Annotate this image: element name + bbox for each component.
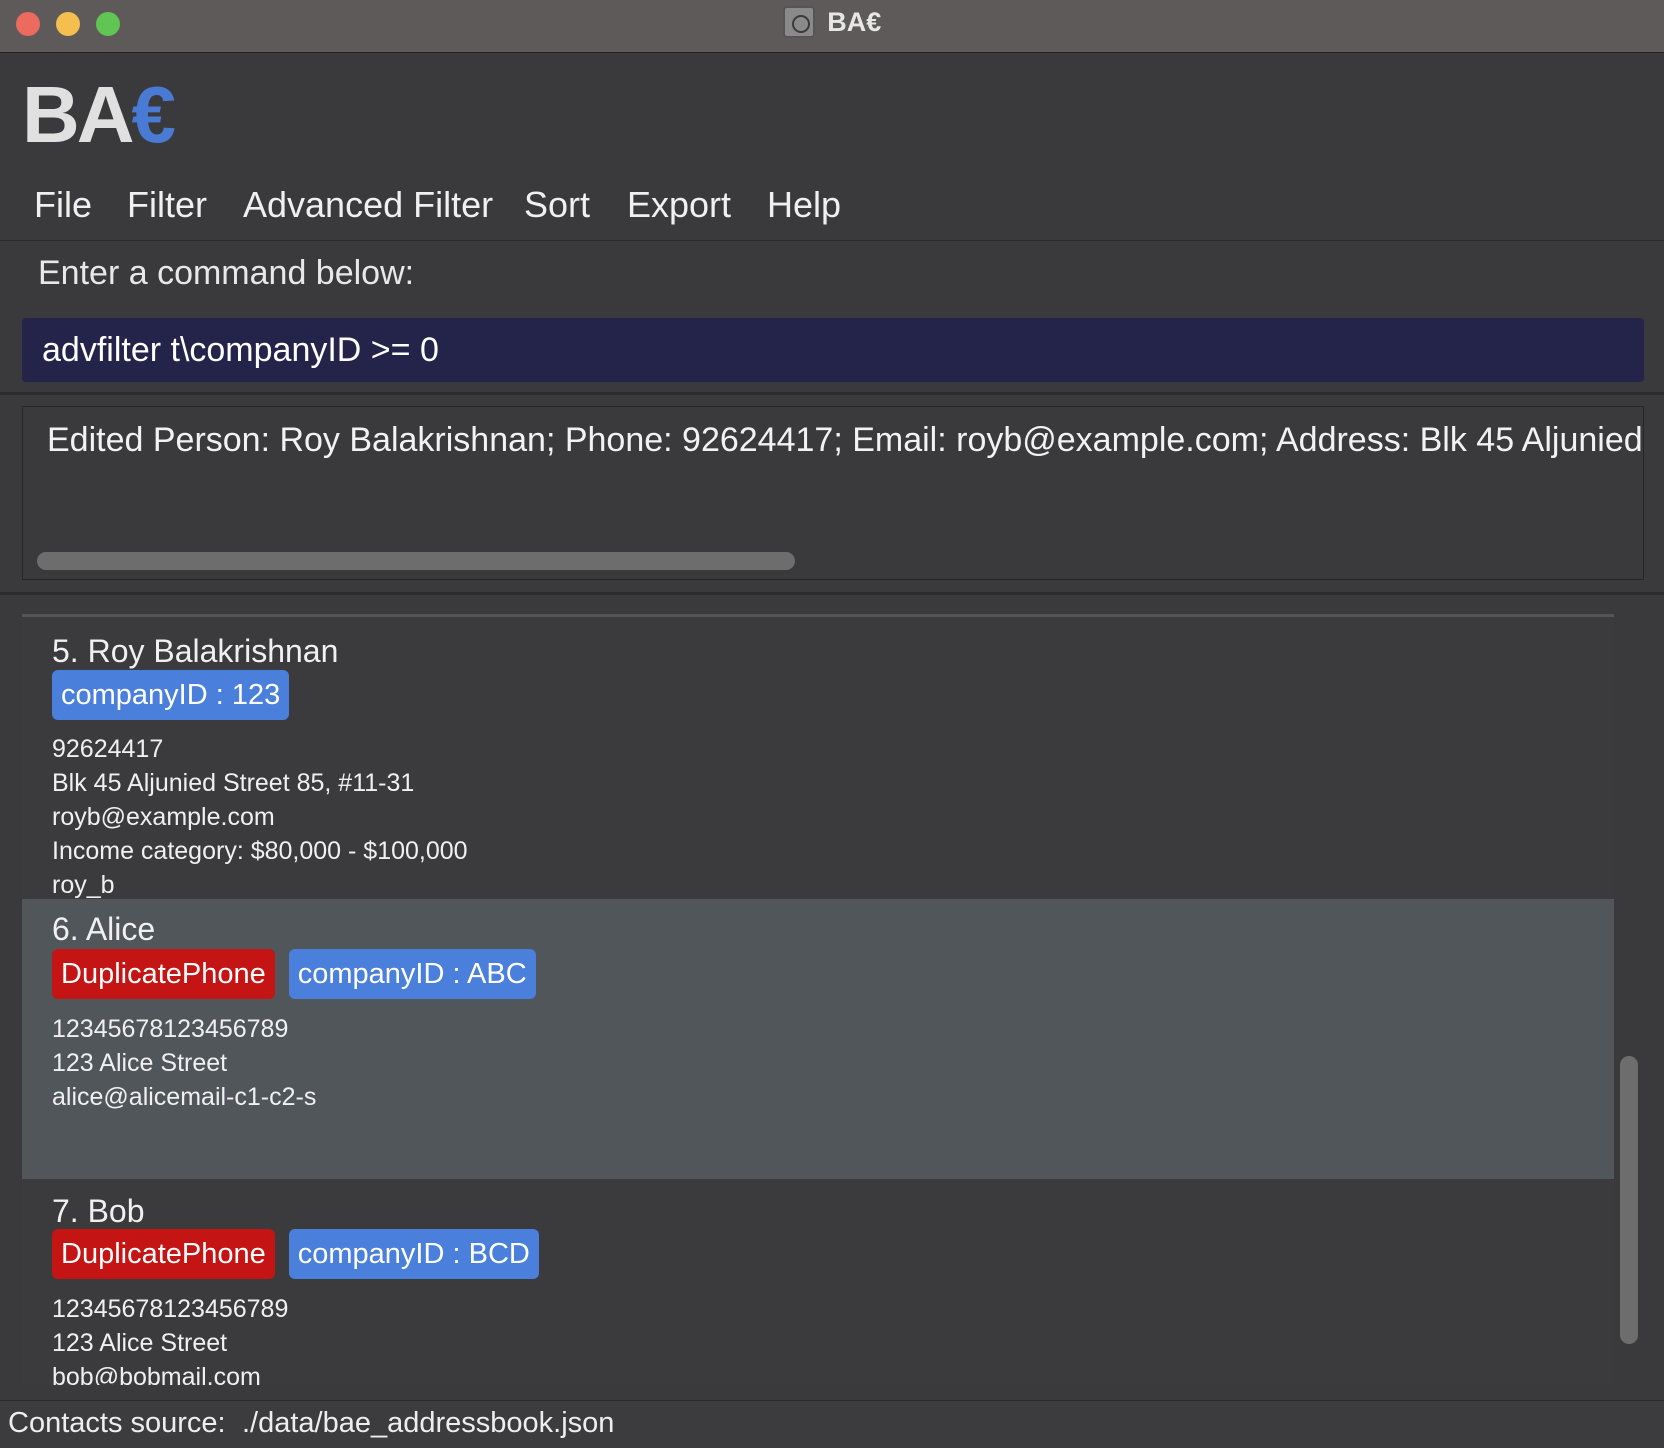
contact-address: Blk 45 Aljunied Street 85, #11-31 xyxy=(52,769,415,797)
divider xyxy=(0,592,1664,595)
menu-sort[interactable]: Sort xyxy=(524,184,590,226)
contact-card[interactable]: 5. Roy Balakrishnan companyID : 123 9262… xyxy=(22,617,1614,899)
tag-company-id: companyID : BCD xyxy=(288,1229,539,1279)
contact-income: Income category: $80,000 - $100,000 xyxy=(52,837,468,865)
menu-advanced-filter[interactable]: Advanced Filter xyxy=(243,184,493,226)
menu-filter[interactable]: Filter xyxy=(127,184,207,226)
window-title-group: BA€ xyxy=(0,6,1664,46)
contact-card[interactable]: 7. Bob DuplicatePhone companyID : BCD 12… xyxy=(22,1179,1614,1385)
status-bar: Contacts source: ./data/bae_addressbook.… xyxy=(0,1400,1664,1448)
tag-duplicate-phone: DuplicatePhone xyxy=(52,1229,275,1279)
result-message: Edited Person: Roy Balakrishnan; Phone: … xyxy=(47,421,1644,459)
contact-email: alice@alicemail-c1-c2-s xyxy=(52,1083,317,1111)
contact-handle: roy_b xyxy=(52,871,115,899)
contact-email: royb@example.com xyxy=(52,803,275,831)
contact-phone: 92624417 xyxy=(52,735,164,763)
app-icon xyxy=(782,6,815,38)
menu-file[interactable]: File xyxy=(34,184,92,226)
divider xyxy=(0,392,1664,395)
menu-help[interactable]: Help xyxy=(767,184,841,226)
logo-text: BA xyxy=(22,70,135,159)
contact-address: 123 Alice Street xyxy=(52,1049,228,1077)
contact-list: 5. Roy Balakrishnan companyID : 123 9262… xyxy=(22,614,1614,1385)
contact-name: 7. Bob xyxy=(52,1193,145,1229)
result-horizontal-scrollbar[interactable] xyxy=(37,552,795,570)
app-window: BA€ BA€ File Filter Advanced Filter Sort… xyxy=(0,0,1664,1448)
command-label: Enter a command below: xyxy=(38,254,415,292)
logo-euro-symbol: € xyxy=(131,70,176,159)
app-logo: BA€ xyxy=(22,70,176,160)
command-input[interactable] xyxy=(22,318,1644,382)
title-bar: BA€ xyxy=(0,0,1664,53)
contact-card-selected[interactable]: 6. Alice DuplicatePhone companyID : ABC … xyxy=(22,899,1614,1179)
contact-name: 6. Alice xyxy=(52,911,156,947)
result-display[interactable]: Edited Person: Roy Balakrishnan; Phone: … xyxy=(22,406,1644,580)
contact-tags: companyID : 123 xyxy=(52,670,290,720)
window-title: BA€ xyxy=(827,6,882,37)
contact-phone: 12345678123456789 xyxy=(52,1015,289,1043)
tag-company-id: companyID : ABC xyxy=(288,949,536,999)
contact-tags: DuplicatePhone companyID : ABC xyxy=(52,949,536,999)
tag-duplicate-phone: DuplicatePhone xyxy=(52,949,275,999)
contact-email: bob@bobmail.com xyxy=(52,1363,261,1385)
menu-export[interactable]: Export xyxy=(627,184,731,226)
contact-phone: 12345678123456789 xyxy=(52,1295,289,1323)
status-file-path: ./data/bae_addressbook.json xyxy=(242,1407,615,1439)
contact-tags: DuplicatePhone companyID : BCD xyxy=(52,1229,539,1279)
status-label: Contacts source: xyxy=(8,1407,226,1439)
contact-name: 5. Roy Balakrishnan xyxy=(52,633,339,669)
contact-address: 123 Alice Street xyxy=(52,1329,228,1357)
menu-bar: File Filter Advanced Filter Sort Export … xyxy=(0,176,1664,241)
tag-company-id: companyID : 123 xyxy=(52,670,290,720)
contact-list-vertical-scrollbar[interactable] xyxy=(1620,1056,1638,1344)
